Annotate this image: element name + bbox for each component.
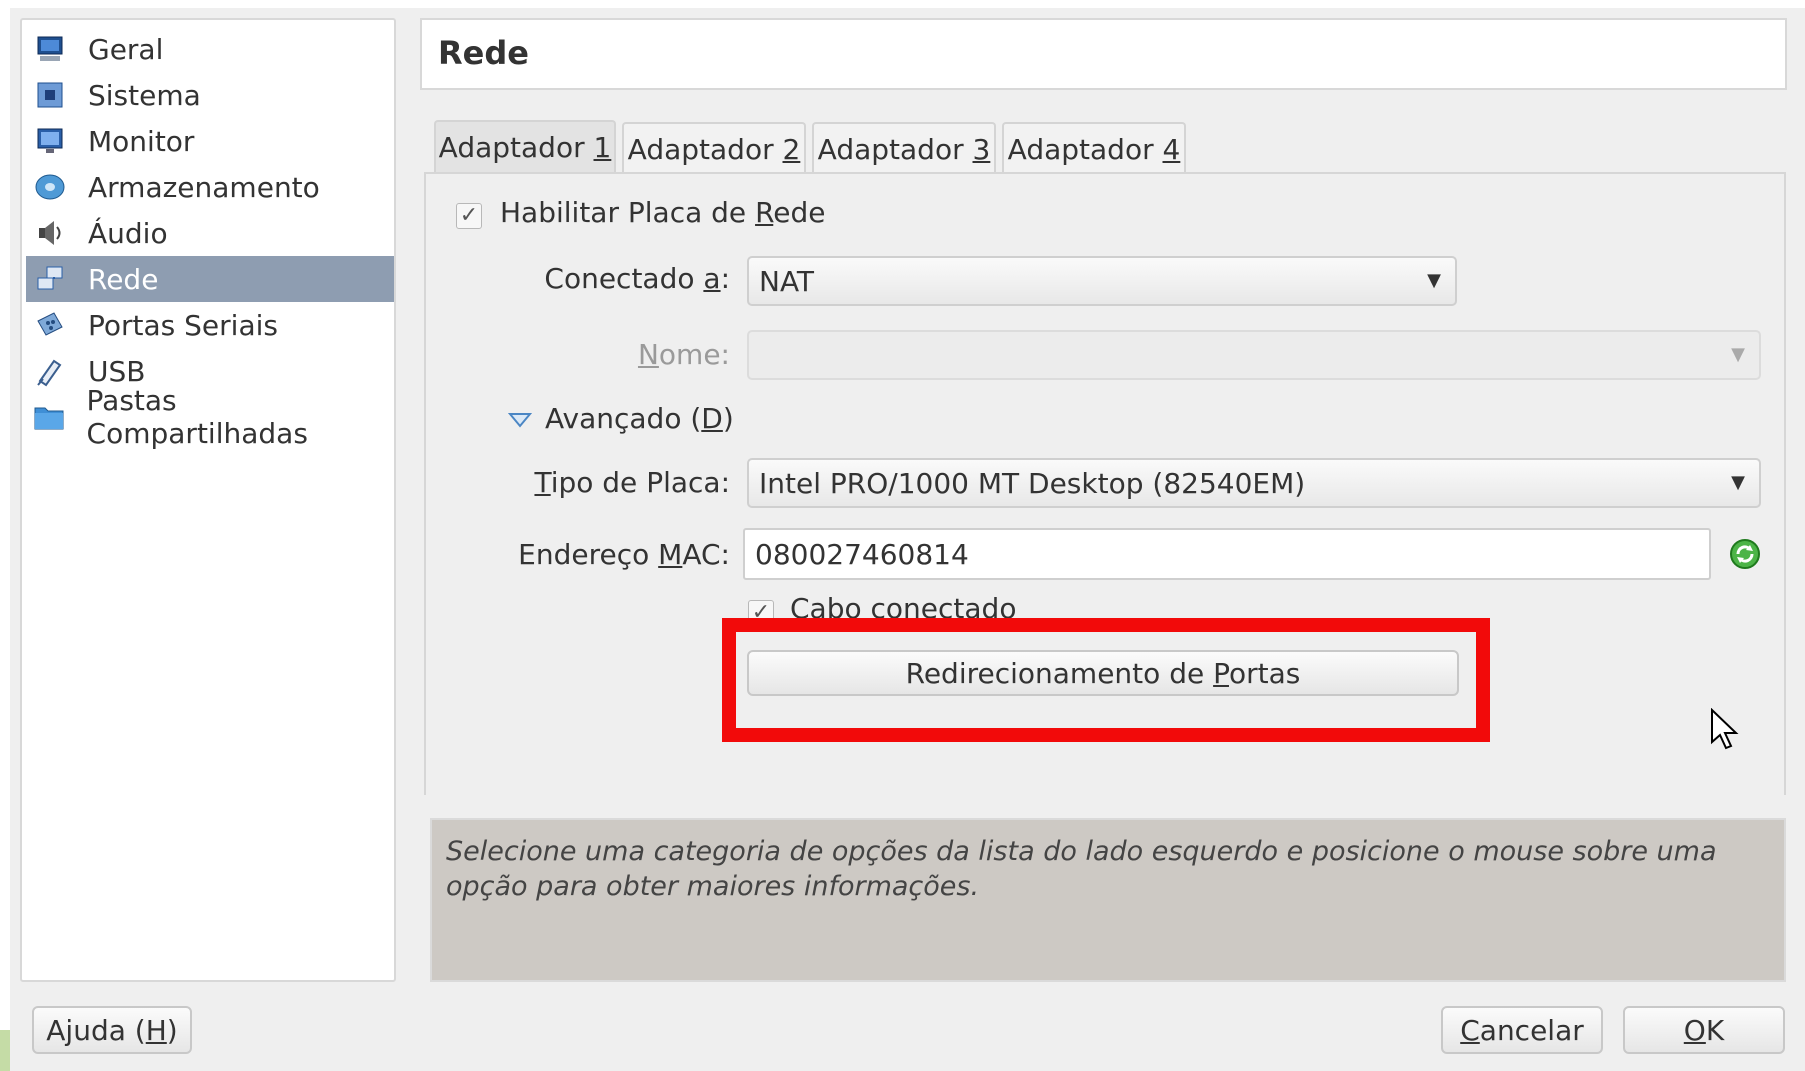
sidebar-item-portas-seriais[interactable]: Portas Seriais (26, 302, 394, 348)
sidebar-item-monitor[interactable]: Monitor (26, 118, 394, 164)
tab-label: Adaptador 3 (817, 132, 991, 166)
help-label: Ajuda (H) (46, 1013, 178, 1047)
sidebar-item-label: Pastas Compartilhadas (86, 384, 308, 450)
tab-label: Adaptador 1 (438, 130, 612, 164)
usb-icon (32, 353, 68, 389)
sidebar-item-label: USB (88, 354, 146, 388)
sidebar-item-label: Armazenamento (88, 170, 320, 204)
mac-address-input[interactable]: 080027460814 (743, 528, 1711, 580)
display-icon (32, 123, 68, 159)
help-button[interactable]: Ajuda (H) (32, 1006, 192, 1054)
info-description: Selecione uma categoria de opções da lis… (430, 818, 1786, 982)
adapter-type-value: Intel PRO/1000 MT Desktop (82540EM) (759, 466, 1306, 500)
sidebar-item-label: Geral (88, 32, 164, 66)
dropdown-arrow-icon: ▼ (1731, 472, 1745, 493)
cancel-button[interactable]: Cancelar (1441, 1006, 1603, 1054)
dropdown-arrow-icon: ▼ (1731, 344, 1745, 365)
sidebar-item-armazenamento[interactable]: Armazenamento (26, 164, 394, 210)
ok-button[interactable]: OK (1623, 1006, 1785, 1054)
sidebar-item-label: Sistema (88, 78, 201, 112)
sidebar-item-audio[interactable]: Áudio (26, 210, 394, 256)
monitor-icon (32, 31, 68, 67)
speaker-icon (32, 215, 68, 251)
enable-adapter-label: Habilitar Placa de Rede (500, 196, 826, 229)
mouse-cursor-icon (1710, 707, 1740, 756)
sidebar-item-pastas-compartilhadas[interactable]: Pastas Compartilhadas (26, 384, 394, 450)
sidebar-item-geral[interactable]: Geral (26, 26, 394, 72)
enable-adapter-checkbox[interactable]: ✓ (456, 203, 482, 229)
tab-adaptador-4[interactable]: Adaptador 4 (1002, 122, 1186, 174)
mac-address-value: 080027460814 (755, 537, 969, 571)
background-strip (0, 1030, 10, 1071)
tab-adaptador-1[interactable]: Adaptador 1 (434, 120, 616, 172)
tab-label: Adaptador 2 (627, 132, 801, 166)
expand-triangle-icon[interactable] (507, 410, 533, 434)
disk-icon (32, 169, 68, 205)
sidebar-item-label: Portas Seriais (88, 308, 278, 342)
sidebar-item-label: Monitor (88, 124, 195, 158)
tab-label: Adaptador 4 (1007, 132, 1181, 166)
folder-icon (32, 399, 67, 435)
settings-category-list[interactable]: Geral Sistema Monitor Armazenamento Áudi… (20, 18, 396, 982)
serial-port-icon (32, 307, 68, 343)
port-forwarding-button[interactable]: Redirecionamento de Portas (747, 650, 1459, 696)
attached-to-value: NAT (759, 264, 815, 298)
attached-to-label: Conectado a: (544, 262, 730, 295)
cancel-label: Cancelar (1460, 1013, 1584, 1047)
attached-to-select[interactable]: NAT ▼ (747, 256, 1457, 306)
advanced-toggle[interactable]: Avançado (D) (545, 402, 734, 435)
tab-adaptador-2[interactable]: Adaptador 2 (622, 122, 806, 174)
name-label: Nome: (637, 338, 730, 371)
dropdown-arrow-icon: ▼ (1427, 270, 1441, 291)
ok-label: OK (1683, 1013, 1725, 1047)
refresh-mac-icon[interactable] (1728, 537, 1762, 571)
port-forwarding-label: Redirecionamento de Portas (905, 656, 1301, 690)
mac-address-label: Endereço MAC: (518, 538, 730, 571)
sidebar-item-sistema[interactable]: Sistema (26, 72, 394, 118)
tab-adaptador-3[interactable]: Adaptador 3 (812, 122, 996, 174)
network-icon (32, 261, 68, 297)
adapter-type-select[interactable]: Intel PRO/1000 MT Desktop (82540EM) ▼ (747, 458, 1761, 508)
page-title-box: Rede (420, 18, 1787, 90)
adapter-type-label: Tipo de Placa: (534, 466, 730, 499)
sidebar-item-label: Rede (88, 262, 159, 296)
sidebar-item-rede[interactable]: Rede (26, 256, 394, 302)
name-select: ▼ (747, 330, 1761, 380)
chip-icon (32, 77, 68, 113)
sidebar-item-label: Áudio (88, 216, 168, 250)
page-title: Rede (438, 34, 529, 72)
